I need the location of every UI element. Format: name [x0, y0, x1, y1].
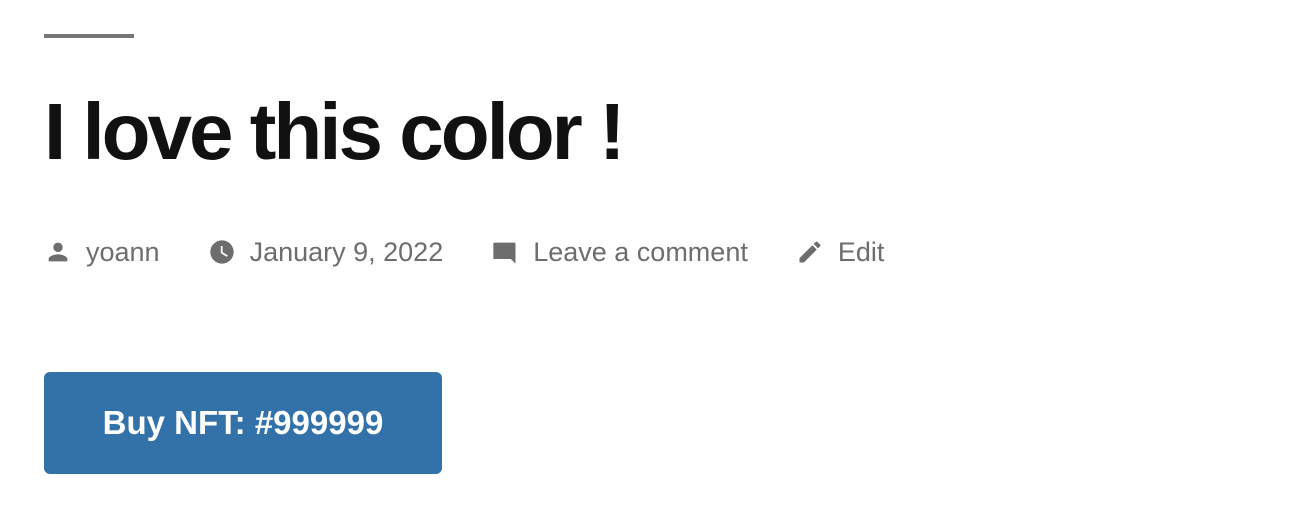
post-title: I love this color ! [44, 87, 626, 176]
edit-link[interactable]: Edit [838, 237, 885, 268]
leave-comment-link[interactable]: Leave a comment [533, 237, 748, 268]
date-link[interactable]: January 9, 2022 [250, 237, 444, 268]
buy-nft-button[interactable]: Buy NFT: #999999 [44, 372, 442, 474]
post-author: yoann [44, 237, 160, 268]
clock-icon [208, 238, 236, 266]
post-edit: Edit [796, 237, 885, 268]
comment-icon [491, 238, 519, 266]
author-link[interactable]: yoann [86, 237, 160, 268]
title-divider [44, 34, 134, 38]
pencil-icon [796, 238, 824, 266]
user-icon [44, 238, 72, 266]
post-meta: yoann January 9, 2022 Leave a comment Ed… [44, 232, 932, 272]
post-header: I love this color ! yoann January 9, 202… [0, 0, 1308, 520]
post-comments: Leave a comment [491, 237, 748, 268]
post-date: January 9, 2022 [208, 237, 444, 268]
